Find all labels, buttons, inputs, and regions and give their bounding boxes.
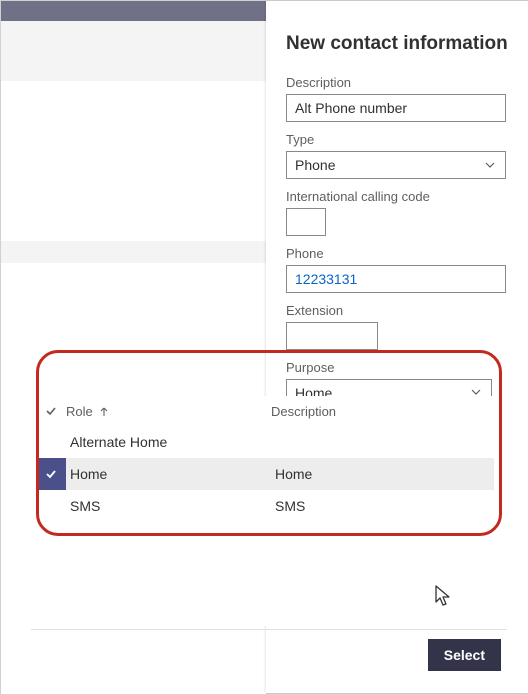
- description-label: Description: [286, 75, 509, 90]
- phone-value: 12233131: [295, 271, 357, 287]
- lookup-rows: Alternate Home Home Home SMS SMS: [36, 426, 494, 522]
- description-value: Alt Phone number: [295, 100, 407, 116]
- left-block-2: [1, 81, 266, 241]
- row-description: Home: [275, 466, 312, 482]
- intl-code-input[interactable]: [286, 208, 326, 236]
- lookup-row[interactable]: Alternate Home: [36, 426, 494, 458]
- phone-label: Phone: [286, 246, 509, 261]
- column-header-description[interactable]: Description: [271, 404, 494, 419]
- extension-input[interactable]: [286, 322, 378, 350]
- select-button-label: Select: [444, 647, 485, 663]
- row-checkbox[interactable]: [36, 458, 66, 490]
- row-role: SMS: [70, 498, 100, 514]
- extension-label: Extension: [286, 303, 509, 318]
- type-select[interactable]: Phone: [286, 151, 506, 179]
- bottom-divider: [31, 629, 507, 630]
- select-all-checkbox[interactable]: [36, 404, 66, 418]
- phone-input[interactable]: 12233131: [286, 265, 506, 293]
- sort-ascending-icon: [99, 404, 109, 419]
- left-header-bar: [1, 1, 266, 21]
- left-block-3: [1, 241, 266, 263]
- lookup-header: Role Description: [36, 396, 494, 426]
- column-header-role[interactable]: Role: [66, 404, 271, 419]
- purpose-lookup-grid: Role Description Alternate Home Home: [36, 396, 494, 626]
- select-button[interactable]: Select: [428, 639, 501, 671]
- panel-title: New contact information: [286, 33, 509, 55]
- row-description: SMS: [275, 498, 305, 514]
- type-value: Phone: [295, 157, 335, 173]
- type-label: Type: [286, 132, 509, 147]
- purpose-label: Purpose: [286, 360, 509, 375]
- left-block-1: [1, 21, 266, 81]
- lookup-row[interactable]: SMS SMS: [36, 490, 494, 522]
- chevron-down-icon: [483, 158, 497, 172]
- column-header-description-label: Description: [271, 404, 336, 419]
- row-role: Home: [70, 466, 107, 482]
- description-input[interactable]: Alt Phone number: [286, 94, 506, 122]
- lookup-row[interactable]: Home Home: [36, 458, 494, 490]
- column-header-role-label: Role: [66, 404, 93, 419]
- intl-code-label: International calling code: [286, 189, 509, 204]
- row-role: Alternate Home: [70, 434, 167, 450]
